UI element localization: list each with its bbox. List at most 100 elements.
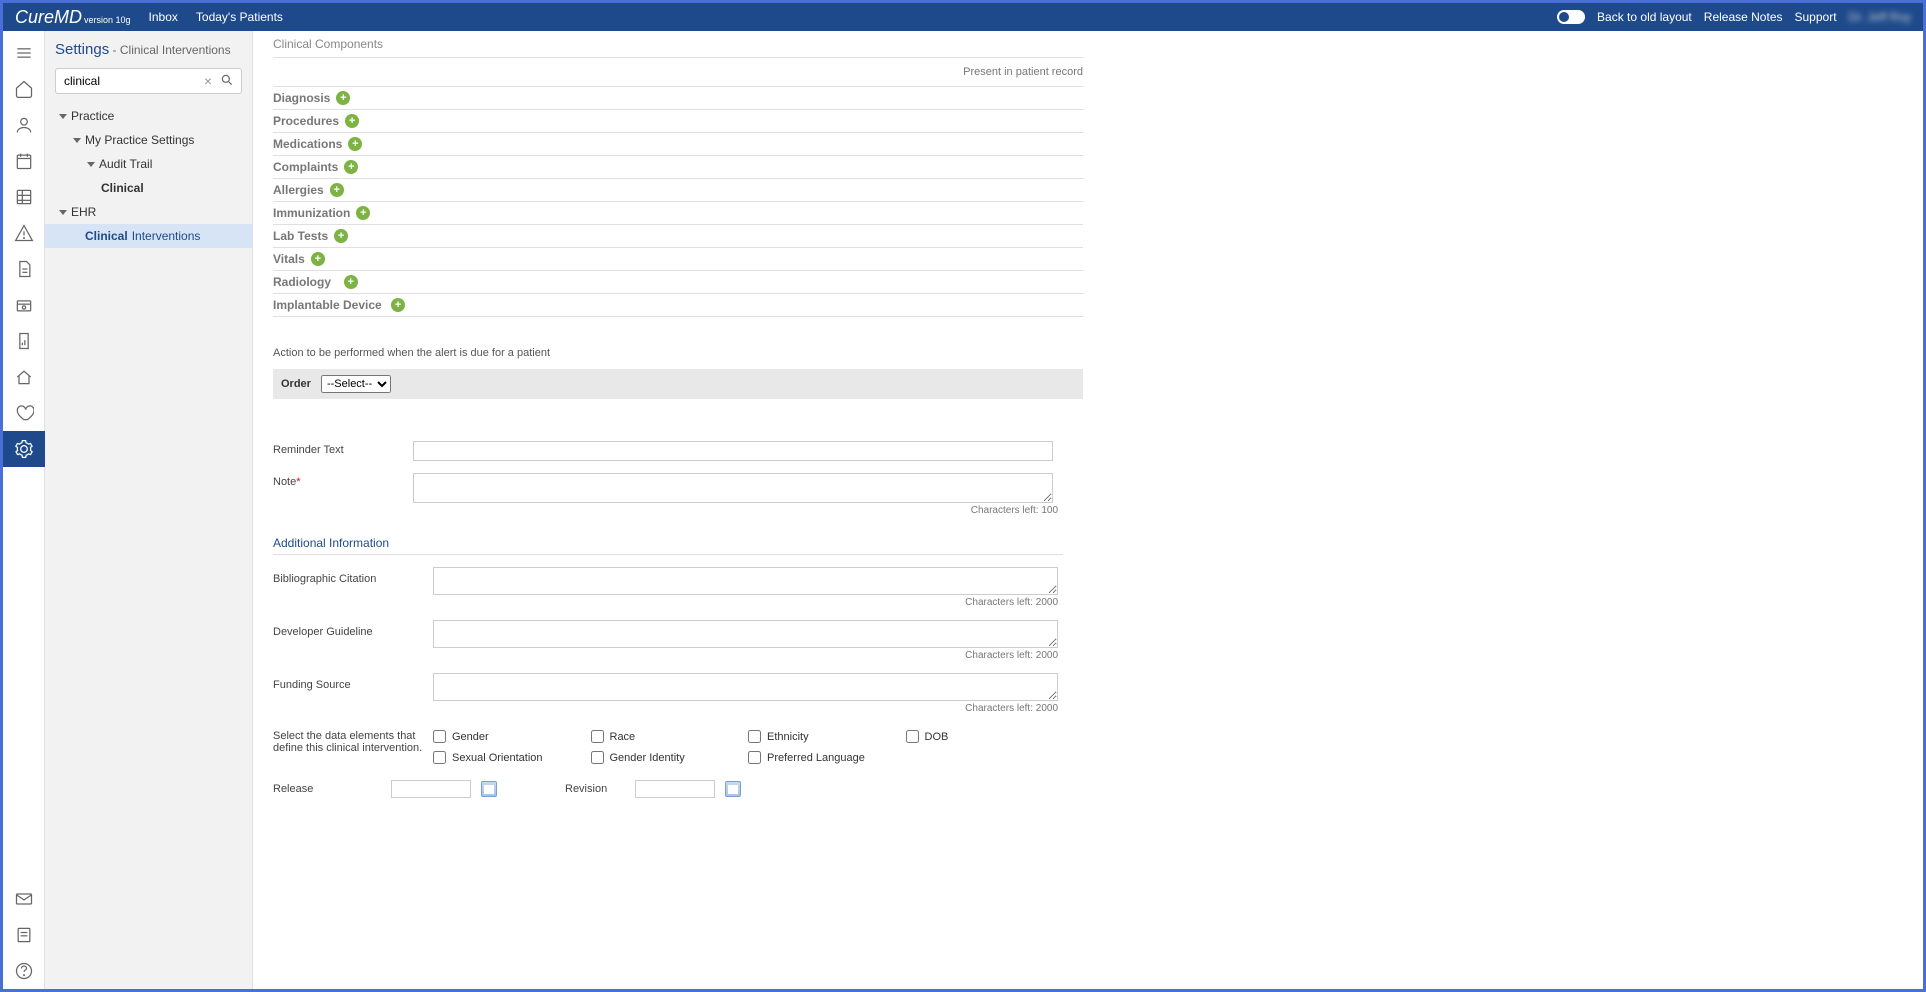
layout-toggle[interactable] (1557, 10, 1585, 24)
race-checkbox[interactable] (591, 730, 604, 743)
iconbar (3, 31, 45, 989)
data-elements-label: Select the data elements that define thi… (273, 730, 433, 764)
billing-icon[interactable] (3, 287, 45, 323)
release-input[interactable] (391, 780, 471, 798)
menu-icon[interactable] (3, 35, 45, 71)
dev-char-left: Characters left: 2000 (273, 650, 1058, 661)
reminder-text-label: Reminder Text (273, 441, 413, 456)
order-label: Order (281, 378, 311, 390)
content: Clinical Components Present in patient r… (253, 31, 1923, 989)
nav-inbox[interactable]: Inbox (149, 10, 178, 24)
revision-input[interactable] (635, 780, 715, 798)
action-text: Action to be performed when the alert is… (273, 347, 1083, 359)
ethnicity-checkbox[interactable] (748, 730, 761, 743)
tree-ehr[interactable]: EHR (45, 200, 252, 224)
order-bar: Order --Select-- (273, 369, 1083, 399)
component-implantable: Implantable Device + (273, 294, 1083, 317)
settings-tree: Practice My Practice Settings Audit Trai… (45, 104, 252, 248)
tree-practice[interactable]: Practice (45, 104, 252, 128)
gender-checkbox[interactable] (433, 730, 446, 743)
note-textarea[interactable] (413, 473, 1053, 503)
revision-label: Revision (565, 783, 625, 795)
search-input[interactable] (55, 68, 242, 94)
gender-identity-label: Gender Identity (610, 752, 685, 764)
user-name[interactable]: Dr. Jeff Roy (1849, 10, 1911, 24)
add-medications-icon[interactable]: + (348, 137, 362, 151)
dev-guideline-textarea[interactable] (433, 620, 1058, 648)
logo: CureMDversion 10g (15, 7, 131, 28)
component-diagnosis: Diagnosis+ (273, 87, 1083, 110)
sexual-orientation-checkbox[interactable] (433, 751, 446, 764)
dev-guideline-row: Developer Guideline (273, 620, 1083, 648)
funding-row: Funding Source (273, 673, 1083, 701)
support-link[interactable]: Support (1795, 10, 1837, 24)
tree-my-practice-settings[interactable]: My Practice Settings (45, 128, 252, 152)
race-label: Race (610, 731, 636, 743)
document-icon[interactable] (3, 251, 45, 287)
tree-clinical[interactable]: Clinical (45, 176, 252, 200)
biblio-label: Bibliographic Citation (273, 567, 433, 585)
sidepanel: Settings - Clinical Interventions × Prac… (45, 31, 253, 989)
data-elements-row: Select the data elements that define thi… (273, 730, 1063, 764)
grid-icon[interactable] (3, 179, 45, 215)
release-notes-link[interactable]: Release Notes (1704, 10, 1783, 24)
chevron-down-icon (87, 162, 95, 167)
add-procedures-icon[interactable]: + (345, 114, 359, 128)
dob-label: DOB (925, 731, 949, 743)
add-radiology-icon[interactable]: + (344, 275, 358, 289)
preferred-language-checkbox[interactable] (748, 751, 761, 764)
add-vitals-icon[interactable]: + (311, 252, 325, 266)
back-to-old-layout[interactable]: Back to old layout (1597, 10, 1692, 24)
home-icon[interactable] (3, 71, 45, 107)
component-lab-tests: Lab Tests+ (273, 225, 1083, 248)
search-icon[interactable] (220, 73, 234, 90)
gender-label: Gender (452, 731, 489, 743)
add-allergies-icon[interactable]: + (330, 183, 344, 197)
calendar-icon[interactable] (3, 143, 45, 179)
note-row: Note* (273, 473, 1083, 503)
note-label: Note* (273, 473, 413, 488)
house-icon[interactable] (3, 359, 45, 395)
person-icon[interactable] (3, 107, 45, 143)
biblio-row: Bibliographic Citation (273, 567, 1083, 595)
dob-checkbox[interactable] (906, 730, 919, 743)
settings-icon[interactable] (3, 431, 45, 467)
alert-icon[interactable] (3, 215, 45, 251)
gender-identity-checkbox[interactable] (591, 751, 604, 764)
heart-icon[interactable] (3, 395, 45, 431)
mail-icon[interactable] (3, 881, 45, 917)
release-label: Release (273, 783, 381, 795)
biblio-textarea[interactable] (433, 567, 1058, 595)
add-immunization-icon[interactable]: + (356, 206, 370, 220)
reminder-text-row: Reminder Text (273, 441, 1083, 461)
additional-info-header: Additional Information (273, 536, 1063, 555)
help-icon[interactable] (3, 953, 45, 989)
add-complaints-icon[interactable]: + (344, 160, 358, 174)
release-calendar-icon[interactable] (481, 781, 497, 797)
add-implantable-icon[interactable]: + (391, 298, 405, 312)
sidepanel-header: Settings - Clinical Interventions (45, 41, 252, 68)
add-diagnosis-icon[interactable]: + (336, 91, 350, 105)
add-lab-tests-icon[interactable]: + (334, 229, 348, 243)
report-icon[interactable] (3, 323, 45, 359)
order-select[interactable]: --Select-- (321, 375, 391, 393)
reminder-text-input[interactable] (413, 441, 1053, 461)
revision-calendar-icon[interactable] (725, 781, 741, 797)
notes-icon[interactable] (3, 917, 45, 953)
component-vitals: Vitals+ (273, 248, 1083, 271)
component-procedures: Procedures+ (273, 110, 1083, 133)
component-radiology: Radiology + (273, 271, 1083, 294)
nav-todays-patients[interactable]: Today's Patients (196, 10, 283, 24)
note-char-left: Characters left: 100 (273, 505, 1058, 516)
chevron-down-icon (73, 138, 81, 143)
clear-search-icon[interactable]: × (204, 73, 212, 89)
topbar: CureMDversion 10g Inbox Today's Patients… (3, 3, 1923, 31)
funding-textarea[interactable] (433, 673, 1058, 701)
present-in-record: Present in patient record (273, 58, 1083, 86)
tree-audit-trail[interactable]: Audit Trail (45, 152, 252, 176)
funding-char-left: Characters left: 2000 (273, 703, 1058, 714)
preferred-language-label: Preferred Language (767, 752, 865, 764)
biblio-char-left: Characters left: 2000 (273, 597, 1058, 608)
tree-clinical-interventions[interactable]: Clinical Interventions (45, 224, 252, 248)
funding-label: Funding Source (273, 673, 433, 691)
